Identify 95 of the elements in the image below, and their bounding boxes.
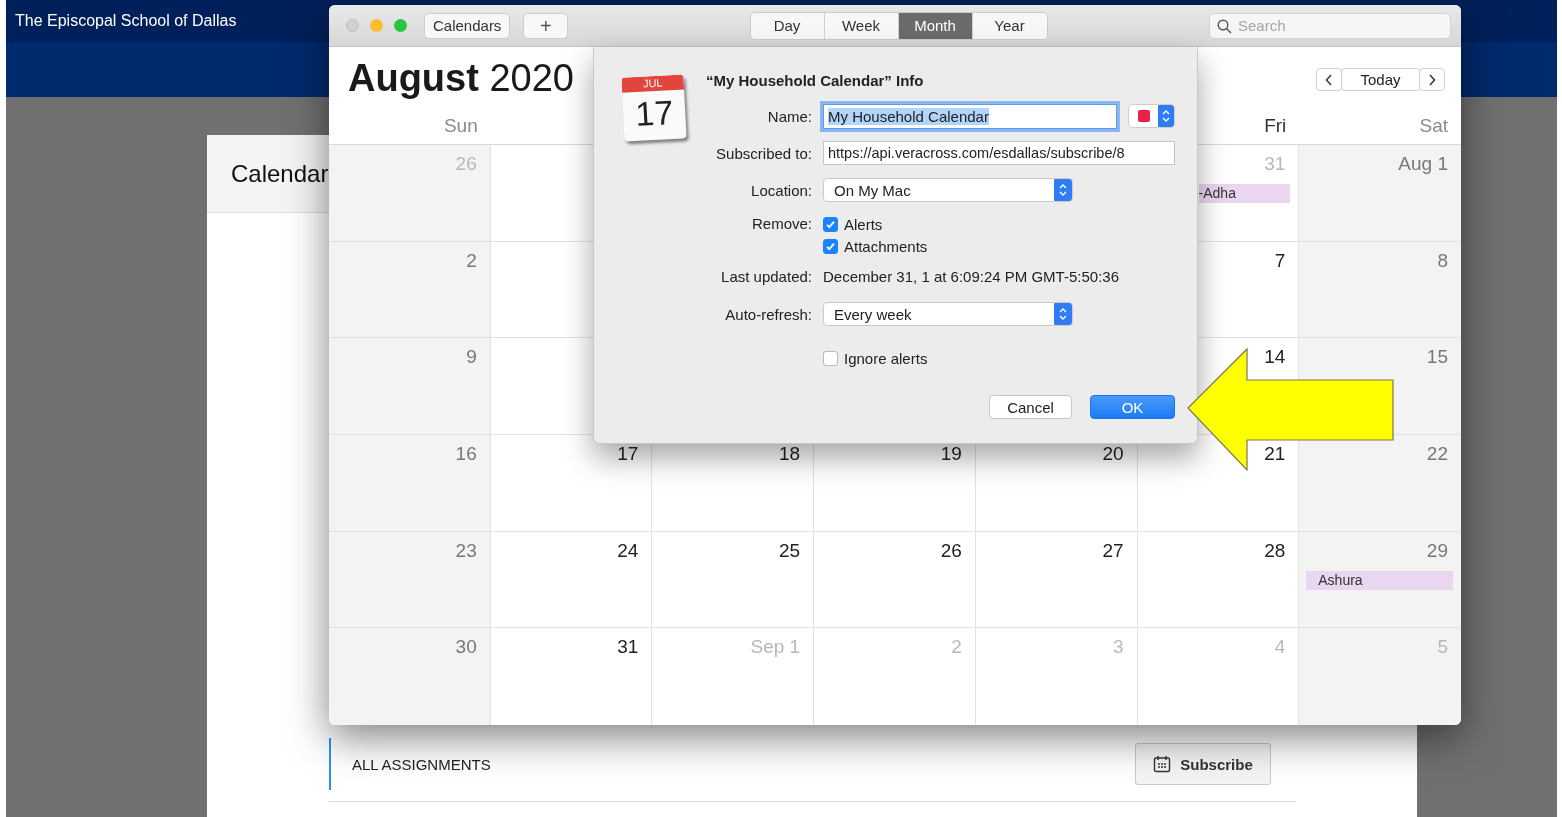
day-number: 23 <box>455 539 478 562</box>
day-cell[interactable]: Aug 1 <box>1299 145 1461 242</box>
add-button[interactable]: + <box>523 12 569 39</box>
day-number: 25 <box>779 539 802 562</box>
field-label: Name: <box>766 107 812 125</box>
view-tab[interactable]: Month <box>898 12 973 39</box>
day-number: 30 <box>455 636 478 659</box>
day-number: Aug 1 <box>1398 153 1449 175</box>
day-number: 14 <box>1264 346 1287 369</box>
day-cell[interactable]: 16 <box>329 435 491 532</box>
field-label: Subscribed to: <box>715 144 812 162</box>
today-button[interactable]: Today <box>1341 68 1420 91</box>
day-number: 2 <box>466 249 478 272</box>
calendar-icon <box>1153 755 1172 773</box>
day-cell[interactable]: 31 <box>490 628 653 725</box>
day-number: 7 <box>1274 249 1287 272</box>
day-cell[interactable]: 30 <box>329 628 491 725</box>
checkmark-icon <box>825 218 836 230</box>
search-icon <box>1217 18 1232 34</box>
chevron-left-icon <box>1325 73 1333 86</box>
day-number: 21 <box>1264 443 1287 465</box>
field-label: Remove: <box>750 214 812 234</box>
day-number: 17 <box>617 443 640 465</box>
day-number: 22 <box>1426 443 1449 465</box>
weekday-header: Sat <box>1419 114 1448 136</box>
day-cell[interactable]: 24 <box>490 531 653 629</box>
previous-button[interactable] <box>1316 68 1342 91</box>
url-field[interactable]: https://api.veracross.com/esdallas/subscribe/8 <box>823 141 1175 165</box>
subscribe-button[interactable]: Subscribe <box>1135 743 1271 785</box>
day-cell[interactable]: 23 <box>329 531 491 629</box>
field-label: Location: <box>750 181 812 199</box>
day-number: 9 <box>466 346 478 369</box>
view-tab[interactable]: Week <box>824 12 899 39</box>
day-number: 4 <box>1274 636 1287 659</box>
day-number: 28 <box>1264 539 1287 562</box>
checkbox-label: Ignore alerts <box>844 349 928 367</box>
section-label: ALL ASSIGNMENTS <box>352 755 491 773</box>
day-cell[interactable]: 29 Ashura <box>1299 531 1461 629</box>
day-number: 27 <box>1102 539 1125 562</box>
stepper-icon <box>1054 179 1072 201</box>
day-number: 24 <box>617 539 640 562</box>
icon-month: JUL <box>621 74 685 93</box>
view-tab[interactable]: Day <box>750 12 825 39</box>
event-bar[interactable]: -Adha <box>1198 184 1291 203</box>
view-tab[interactable]: Year <box>972 12 1047 39</box>
day-number: 3 <box>1113 636 1125 659</box>
calendars-button[interactable]: Calendars <box>424 12 511 39</box>
checkbox[interactable] <box>823 238 838 254</box>
weekday-header: Fri <box>1264 114 1287 136</box>
color-picker[interactable] <box>1128 104 1175 128</box>
location-select[interactable]: On My Mac <box>823 178 1073 202</box>
day-number: 20 <box>1102 443 1125 465</box>
name-field[interactable]: My Household Calendar <box>823 103 1117 129</box>
site-title: The Episcopal School of Dallas <box>15 12 237 30</box>
day-number: 5 <box>1437 636 1449 659</box>
field-label: Last updated: <box>720 267 812 285</box>
day-cell[interactable]: 27 <box>975 531 1138 629</box>
field-label: Auto-refresh: <box>724 305 812 323</box>
day-number: 16 <box>455 443 478 465</box>
day-cell[interactable]: 26 <box>814 531 976 629</box>
checkmark-icon <box>825 240 836 252</box>
search-field[interactable]: Search <box>1209 12 1451 39</box>
cancel-button[interactable]: Cancel <box>989 395 1072 419</box>
event-bar[interactable]: Ashura <box>1306 570 1453 590</box>
next-button[interactable] <box>1419 68 1445 91</box>
checkbox-label: Attachments <box>844 237 928 255</box>
last-updated-value: December 31, 1 at 6:09:24 PM GMT-5:50:36 <box>823 267 1119 285</box>
day-number: 8 <box>1437 249 1449 272</box>
dialog-title: “My Household Calendar” Info <box>706 71 925 91</box>
day-number: 26 <box>455 153 478 175</box>
card-title: Calendar <box>231 159 329 188</box>
day-number: 2 <box>951 636 963 659</box>
checkbox[interactable] <box>823 350 838 366</box>
day-number: 18 <box>779 443 802 465</box>
day-number: Sep 1 <box>750 636 802 659</box>
chevron-right-icon <box>1428 73 1436 86</box>
day-number: 31 <box>617 636 640 659</box>
day-number: 19 <box>940 443 963 465</box>
day-cell[interactable]: 22 <box>1299 435 1461 532</box>
icon-day: 17 <box>634 90 675 136</box>
day-number: 15 <box>1426 346 1449 369</box>
month-title: August 2020 <box>348 56 574 100</box>
day-number: 31 <box>1264 153 1287 175</box>
checkbox[interactable] <box>823 216 838 232</box>
day-cell[interactable]: 8 <box>1299 241 1461 339</box>
checkbox-label: Alerts <box>844 215 883 233</box>
day-cell[interactable]: 2 <box>329 241 491 339</box>
day-cell[interactable]: 25 <box>652 531 815 629</box>
day-number: 29 <box>1426 539 1449 562</box>
stepper-icon <box>1158 105 1174 127</box>
auto-refresh-select[interactable]: Every week <box>823 302 1073 326</box>
day-number: 26 <box>940 539 963 562</box>
stepper-icon <box>1054 303 1072 325</box>
day-cell[interactable]: 9 <box>329 338 491 435</box>
weekday-header: Sun <box>443 114 478 136</box>
